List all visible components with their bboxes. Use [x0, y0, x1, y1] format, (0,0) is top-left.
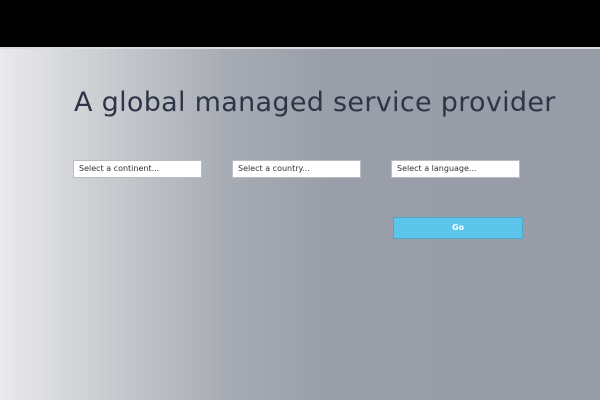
continent-select[interactable]: Select a continent...	[73, 160, 202, 178]
language-select[interactable]: Select a language...	[391, 160, 520, 178]
go-button[interactable]: Go	[393, 217, 523, 239]
page-title: A global managed service provider	[74, 87, 556, 118]
country-select[interactable]: Select a country...	[232, 160, 361, 178]
top-bar	[0, 0, 600, 47]
hero-section: A global managed service provider Select…	[0, 49, 600, 400]
